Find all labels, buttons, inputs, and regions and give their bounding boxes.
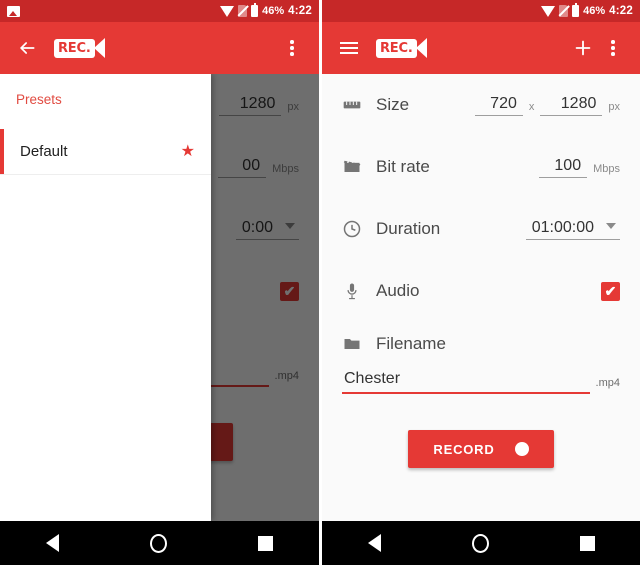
duration-value: 01:00:00: [531, 218, 594, 236]
status-bar-notifications: [7, 5, 220, 17]
home-circle-icon[interactable]: [471, 533, 489, 553]
row-size[interactable]: Size 720 x 1280 px: [322, 74, 640, 136]
logo-body: REC.: [54, 38, 95, 58]
status-bar-left: 46% 4:22: [0, 0, 319, 22]
status-bar-right: 46% 4:22: [322, 0, 640, 22]
logo-lens-icon: [415, 38, 427, 58]
clock-text: 4:22: [288, 5, 312, 17]
folder-icon: [342, 334, 368, 354]
screenshot-pair: 46% 4:22 REC. Presets Default ★ 46% 4:22…: [0, 0, 640, 565]
more-vert-icon[interactable]: [598, 33, 628, 63]
app-logo: REC.: [376, 38, 427, 58]
logo-body: REC.: [376, 38, 417, 58]
no-sim-icon: [558, 5, 570, 17]
filename-block: Filename Chester .mp4 RECORD: [322, 322, 640, 468]
app-bar-right: REC.: [322, 22, 640, 74]
clapperboard-icon: [342, 157, 368, 177]
filename-input-row: Chester .mp4: [342, 370, 620, 394]
hamburger-icon[interactable]: [334, 33, 364, 63]
filename-header: Filename: [342, 322, 620, 366]
row-audio[interactable]: Audio ✔: [322, 260, 640, 322]
bitrate-input[interactable]: 100: [539, 157, 588, 178]
recents-square-icon[interactable]: [579, 535, 595, 551]
row-label-size: Size: [376, 95, 410, 114]
record-dot-icon: [514, 442, 529, 456]
right-phone-screen: 46% 4:22 REC. Size 720 x 1280 px Bit rat…: [320, 0, 640, 565]
more-vert-icon[interactable]: [277, 33, 307, 63]
selected-indicator: [0, 129, 4, 174]
battery-percent: 46%: [583, 5, 606, 17]
logo-text: REC.: [58, 40, 91, 56]
ruler-icon: [342, 95, 368, 115]
drawer-item-default[interactable]: Default ★: [0, 129, 211, 175]
drawer-title: Presets: [16, 92, 62, 107]
row-label-bitrate: Bit rate: [376, 157, 430, 176]
record-button-label: RECORD: [433, 441, 495, 457]
bitrate-unit: Mbps: [593, 162, 620, 175]
battery-icon: [572, 3, 580, 17]
left-content-body: 1280 px 00 Mbps 0:00: [0, 74, 319, 521]
size-unit: px: [608, 100, 620, 113]
row-label-duration: Duration: [376, 219, 441, 238]
back-triangle-icon[interactable]: [367, 534, 381, 552]
star-icon[interactable]: ★: [181, 143, 195, 160]
status-bar-system: 46% 4:22: [220, 3, 312, 17]
audio-checkbox[interactable]: ✔: [601, 281, 620, 301]
bitrate-fields: 100 Mbps: [539, 157, 620, 178]
right-content-body: Size 720 x 1280 px Bit rate 100 Mbps Dur…: [322, 74, 640, 521]
size-width-input[interactable]: 720: [474, 95, 523, 116]
home-circle-icon[interactable]: [149, 533, 167, 553]
size-fields: 720 x 1280 px: [474, 95, 620, 116]
battery-icon: [251, 3, 259, 17]
size-separator: x: [528, 100, 535, 113]
clock-icon: [342, 219, 368, 239]
battery-percent: 46%: [262, 5, 285, 17]
app-bar-left: REC.: [0, 22, 319, 74]
clock-text: 4:22: [609, 5, 633, 17]
audio-fields: ✔: [601, 281, 620, 301]
recents-square-icon[interactable]: [258, 535, 274, 551]
back-triangle-icon[interactable]: [45, 534, 59, 552]
row-label-audio: Audio: [376, 281, 420, 300]
drawer-item-label: Default: [20, 143, 68, 160]
size-height-input[interactable]: 1280: [540, 95, 603, 116]
chevron-down-icon[interactable]: [606, 223, 616, 229]
filename-label: Filename: [376, 334, 446, 353]
duration-select[interactable]: 01:00:00: [525, 218, 620, 240]
microphone-icon: [342, 281, 368, 301]
filename-input[interactable]: Chester: [342, 370, 590, 394]
left-phone-screen: 46% 4:22 REC. Presets Default ★: [0, 0, 320, 565]
app-logo: REC.: [54, 38, 105, 58]
presets-drawer: Presets Default ★: [0, 74, 211, 521]
logo-text: REC.: [380, 40, 413, 56]
plus-icon[interactable]: [568, 33, 598, 63]
record-button[interactable]: RECORD: [408, 430, 554, 468]
logo-lens-icon: [93, 38, 105, 58]
image-icon: [7, 5, 20, 17]
no-sim-icon: [237, 5, 249, 17]
wifi-icon: [220, 5, 235, 17]
row-bitrate[interactable]: Bit rate 100 Mbps: [322, 136, 640, 198]
filename-extension: .mp4: [595, 377, 620, 389]
back-arrow-icon[interactable]: [12, 33, 42, 63]
nav-bar-left: [0, 521, 319, 565]
record-button-wrap: RECORD: [342, 430, 620, 468]
wifi-icon: [541, 5, 556, 17]
row-duration[interactable]: Duration 01:00:00: [322, 198, 640, 260]
nav-bar-right: [322, 521, 640, 565]
duration-fields: 01:00:00: [525, 218, 620, 240]
status-bar-system-right: 46% 4:22: [541, 3, 633, 17]
